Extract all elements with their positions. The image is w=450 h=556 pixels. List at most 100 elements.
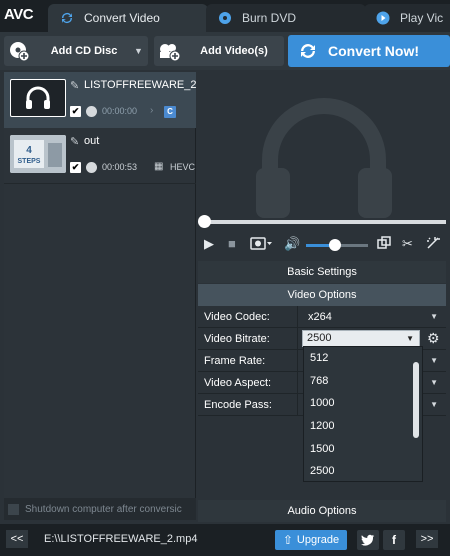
dropdown-option[interactable]: 512	[310, 352, 328, 364]
disc-icon	[218, 11, 232, 25]
list-item[interactable]: 4 STEPS ✎ out ✔ 00:00:53 ▦ HEVC	[4, 128, 196, 184]
add-disc-icon	[4, 40, 34, 62]
file-checkbox[interactable]: ✔	[70, 162, 81, 173]
dropdown-option[interactable]: 2500	[310, 465, 334, 477]
video-thumbnail: 4 STEPS	[10, 135, 66, 173]
twitter-icon[interactable]	[357, 530, 379, 550]
chevron-down-icon[interactable]: ▼	[430, 378, 438, 387]
chevron-down-icon[interactable]: ▼	[134, 46, 148, 56]
add-cd-disc-button[interactable]: Add CD Disc ▼	[4, 36, 148, 66]
gear-icon[interactable]: ⚙	[427, 330, 440, 347]
chevron-down-icon[interactable]: ▼	[406, 334, 414, 343]
output-path: E:\\LISTOFFREEWARE_2.mp4	[44, 533, 198, 545]
tab-play-video-label: Play Vic	[400, 11, 444, 25]
tab-play-video[interactable]: Play Vic	[364, 4, 450, 32]
app-logo: AVC	[4, 6, 34, 23]
dropdown-option[interactable]: 768	[310, 375, 328, 387]
video-preview	[198, 72, 450, 222]
video-bitrate-value: 2500	[307, 332, 332, 344]
divider	[297, 394, 298, 416]
convert-now-label: Convert Now!	[328, 43, 419, 59]
stop-button[interactable]: ■	[228, 236, 236, 254]
frame-rate-label: Frame Rate:	[204, 355, 266, 367]
play-button[interactable]: ▶	[204, 236, 214, 254]
basic-settings-header[interactable]: Basic Settings	[198, 261, 446, 283]
audio-options-header[interactable]: Audio Options	[198, 500, 446, 522]
volume-icon[interactable]: 🔊	[284, 236, 300, 254]
file-codec: HEVC	[170, 162, 196, 172]
arrow-up-icon: ⇧	[282, 533, 293, 547]
status-bar: << E:\\LISTOFFREEWARE_2.mp4 ⇧ Upgrade f …	[0, 524, 450, 556]
effects-icon[interactable]	[426, 236, 440, 254]
video-options-header[interactable]: Video Options	[198, 284, 446, 306]
facebook-icon[interactable]: f	[383, 530, 405, 550]
refresh-icon	[288, 40, 328, 62]
format-badge: C	[164, 106, 176, 118]
edit-pencil-icon[interactable]: ✎	[70, 135, 79, 148]
add-videos-button[interactable]: Add Video(s)	[154, 36, 284, 66]
chevron-down-icon[interactable]: ▼	[430, 400, 438, 409]
clock-icon	[86, 162, 97, 173]
snapshot-icon[interactable]	[250, 236, 272, 254]
scissors-icon[interactable]: ✂	[402, 236, 413, 254]
tab-burn-dvd-label: Burn DVD	[242, 11, 297, 25]
volume-handle[interactable]	[329, 239, 341, 251]
shutdown-label: Shutdown computer after conversic	[25, 503, 182, 515]
shutdown-checkbox[interactable]: Shutdown computer after conversic	[4, 498, 196, 520]
play-icon	[376, 11, 390, 25]
file-name: LISTOFFREEWARE_2	[84, 79, 197, 91]
headphones-icon	[26, 86, 50, 109]
svg-text:4: 4	[26, 145, 32, 156]
chevron-right-icon: ›	[150, 105, 154, 116]
seek-handle[interactable]	[198, 215, 211, 228]
file-name: out	[84, 135, 100, 147]
divider	[297, 306, 298, 328]
video-codec-label: Video Codec:	[204, 311, 270, 323]
collapse-right-button[interactable]: >>	[416, 530, 438, 548]
upgrade-label: Upgrade	[296, 534, 340, 546]
video-codec-value: x264	[308, 311, 332, 323]
toolbar: Add CD Disc ▼ Add Video(s) Convert Now!	[0, 32, 450, 70]
file-duration: 00:00:00	[102, 106, 138, 116]
tab-convert-video-label: Convert Video	[84, 11, 160, 25]
seek-bar[interactable]	[204, 220, 446, 224]
headphones-icon	[256, 98, 392, 218]
chevron-down-icon[interactable]: ▼	[430, 356, 438, 365]
dropdown-scrollbar[interactable]	[413, 362, 419, 438]
list-item[interactable]: ✎ LISTOFFREEWARE_2 ✔ 00:00:00 › C	[4, 72, 196, 128]
checkbox-icon[interactable]	[8, 503, 19, 515]
tab-bar: AVC Convert Video Burn DVD Play Vic	[0, 0, 450, 32]
svg-text:STEPS: STEPS	[18, 158, 41, 165]
edit-pencil-icon[interactable]: ✎	[70, 79, 79, 92]
video-thumbnail	[10, 79, 66, 117]
add-videos-label: Add Video(s)	[200, 45, 268, 57]
dropdown-option[interactable]: 1200	[310, 420, 334, 432]
convert-now-button[interactable]: Convert Now!	[288, 35, 450, 67]
video-bitrate-select[interactable]: 2500 ▼	[302, 330, 420, 347]
video-codec-row[interactable]: Video Codec: x264 ▼	[198, 306, 446, 328]
film-icon: ▦	[154, 161, 164, 172]
add-cd-disc-label: Add CD Disc	[50, 45, 118, 57]
crop-icon[interactable]	[377, 236, 391, 254]
app-window: AVC Convert Video Burn DVD Play Vic Add	[0, 0, 450, 556]
tab-convert-video[interactable]: Convert Video	[48, 4, 208, 32]
divider	[297, 350, 298, 372]
chevron-down-icon[interactable]: ▼	[430, 312, 438, 321]
bitrate-dropdown-list: 512 768 1000 1200 1500 2500	[303, 346, 423, 482]
add-video-icon	[154, 40, 184, 62]
video-bitrate-label: Video Bitrate:	[204, 333, 270, 345]
collapse-left-button[interactable]: <<	[6, 530, 28, 548]
file-checkbox[interactable]: ✔	[70, 106, 81, 117]
video-aspect-label: Video Aspect:	[204, 377, 272, 389]
dropdown-option[interactable]: 1500	[310, 443, 334, 455]
file-list: ✎ LISTOFFREEWARE_2 ✔ 00:00:00 › C 4 STEPS…	[4, 72, 196, 520]
upgrade-button[interactable]: ⇧ Upgrade	[275, 530, 347, 550]
divider	[297, 328, 298, 350]
tab-burn-dvd[interactable]: Burn DVD	[206, 4, 366, 32]
dropdown-option[interactable]: 1000	[310, 397, 334, 409]
divider	[297, 372, 298, 394]
clock-icon	[86, 106, 97, 117]
convert-icon	[60, 11, 74, 25]
encode-pass-label: Encode Pass:	[204, 399, 272, 411]
file-duration: 00:00:53	[102, 162, 138, 172]
